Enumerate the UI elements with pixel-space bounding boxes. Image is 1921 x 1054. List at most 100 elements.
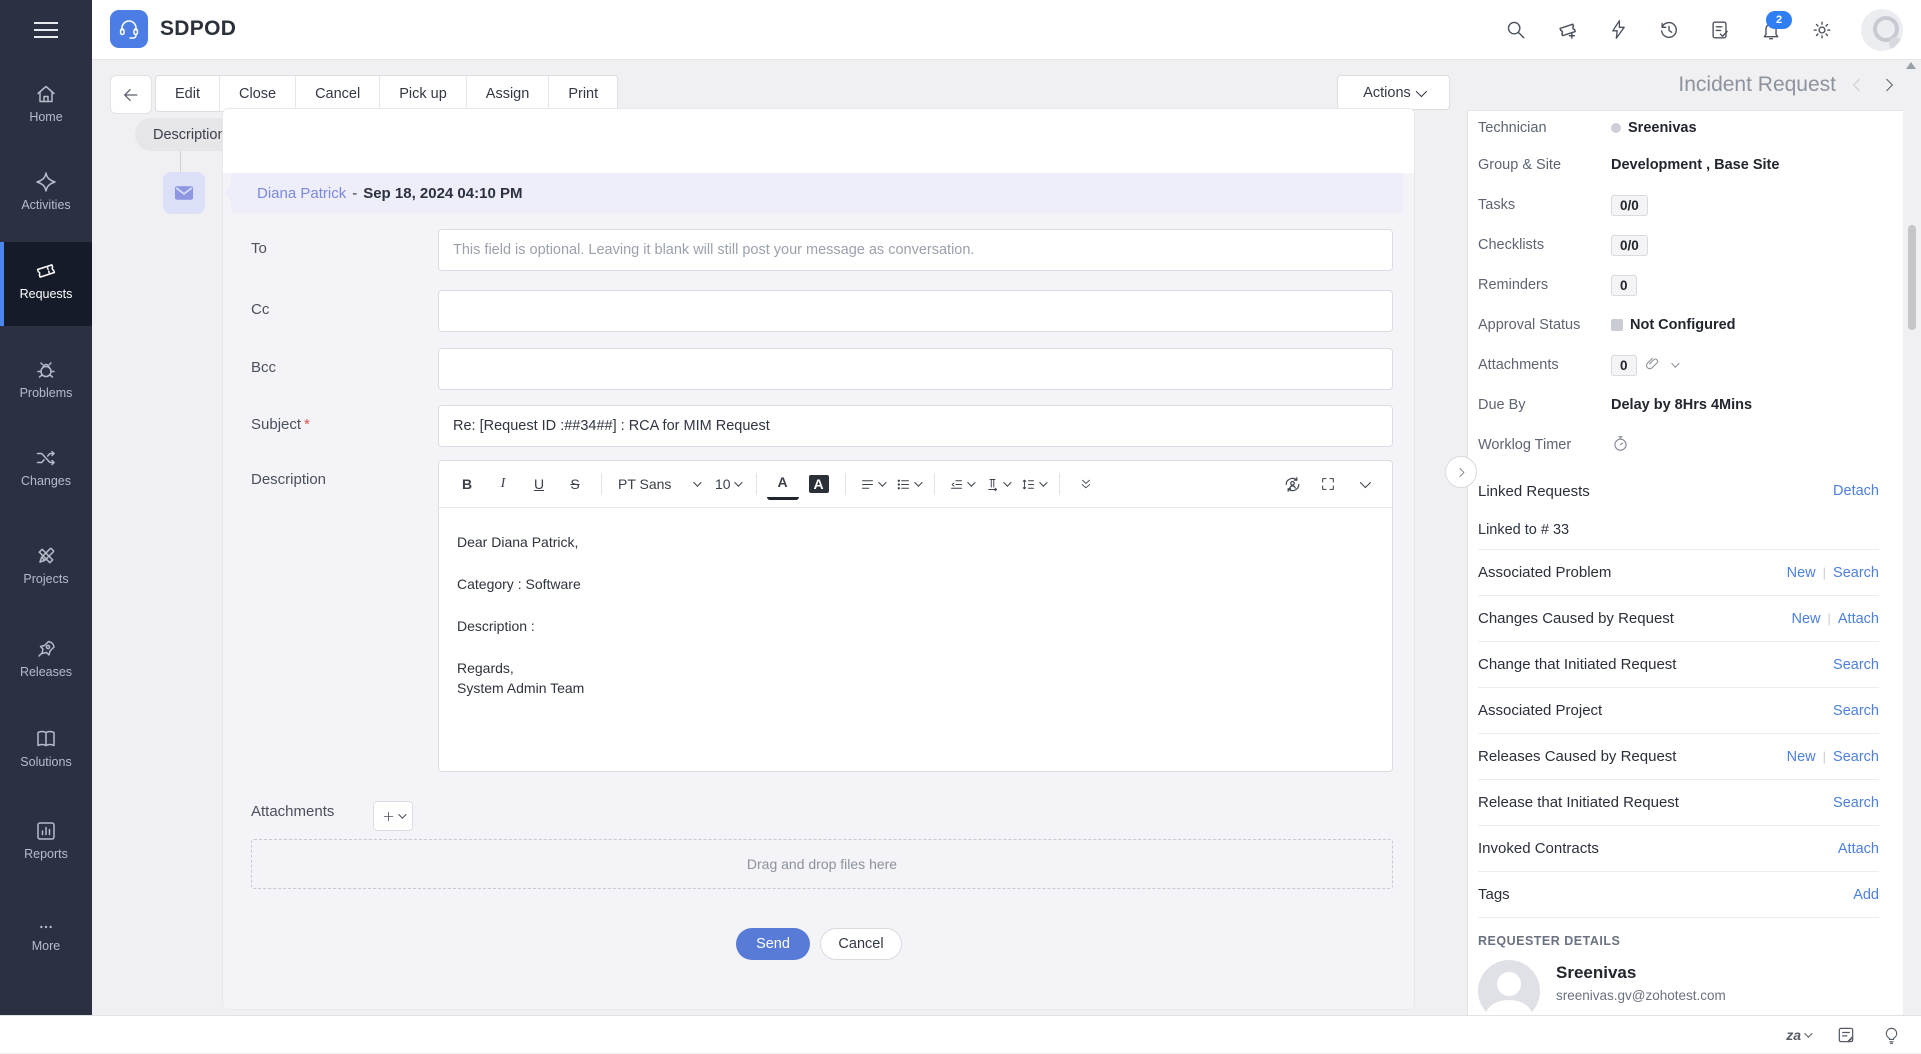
new-link[interactable]: New [1787, 565, 1816, 581]
font-size-select[interactable]: 10 [709, 470, 746, 498]
group-site-value[interactable]: Development , Base Site [1611, 157, 1779, 173]
cc-input[interactable] [438, 290, 1393, 332]
user-avatar[interactable] [1861, 9, 1903, 51]
sidebar-item-requests[interactable]: Requests [0, 259, 92, 301]
releases-caused-row: Releases Caused by Request New|Search [1478, 733, 1879, 779]
linked-to-value[interactable]: Linked to # 33 [1478, 511, 1879, 549]
reminders-count-badge[interactable]: 0 [1611, 275, 1637, 296]
bullet-list-button[interactable] [892, 470, 924, 498]
underline-button[interactable]: U [523, 470, 555, 498]
close-button[interactable]: Close [220, 76, 296, 111]
text-direction-button[interactable] [981, 470, 1013, 498]
page-title: Incident Request [1678, 73, 1836, 97]
pickup-button[interactable]: Pick up [380, 76, 467, 111]
attach-link[interactable]: Attach [1838, 611, 1879, 627]
fullscreen-button[interactable] [1312, 470, 1344, 498]
italic-button[interactable]: I [487, 470, 519, 498]
sidebar-item-home[interactable]: Home [0, 82, 92, 124]
sidebar-item-projects[interactable]: Projects [0, 544, 92, 586]
sidebar-item-more[interactable]: More [0, 919, 92, 953]
font-family-select[interactable]: PT Sans [612, 470, 705, 498]
attachments-count-badge[interactable]: 0 [1611, 355, 1637, 376]
to-input[interactable] [438, 229, 1393, 271]
scrollbar-thumb[interactable] [1908, 225, 1916, 330]
add-link[interactable]: Add [1853, 887, 1879, 903]
quick-actions-icon[interactable] [1606, 18, 1630, 42]
more-tools-button[interactable] [1070, 470, 1102, 498]
search-link[interactable]: Search [1833, 565, 1879, 581]
assign-button[interactable]: Assign [467, 76, 550, 111]
sidebar-item-releases[interactable]: Releases [0, 637, 92, 679]
language-icon[interactable]: za [1786, 1027, 1810, 1043]
survey-icon[interactable] [1708, 18, 1732, 42]
rich-text-editor: B I U S PT Sans 10 A A Dear Diana Pat [438, 460, 1393, 772]
history-icon[interactable] [1657, 18, 1681, 42]
notifications-icon[interactable]: 2 [1759, 18, 1783, 42]
reply-compose-card: Diana Patrick - Sep 18, 2024 04:10 PM To… [222, 108, 1415, 1010]
required-asterisk: * [304, 416, 310, 433]
checklists-count-badge[interactable]: 0/0 [1611, 235, 1648, 256]
sidebar-item-activities[interactable]: Activities [0, 170, 92, 212]
insert-signature-button[interactable] [1276, 470, 1308, 498]
stopwatch-icon[interactable] [1611, 434, 1630, 457]
status-dot-icon [1611, 123, 1621, 133]
new-request-icon[interactable] [1555, 18, 1579, 42]
requester-name[interactable]: Sreenivas [1556, 963, 1726, 983]
author-link[interactable]: Diana Patrick [257, 185, 346, 202]
attach-link[interactable]: Attach [1838, 841, 1879, 857]
scrollbar-up-arrow[interactable] [1906, 62, 1916, 69]
sidebar-item-solutions[interactable]: Solutions [0, 727, 92, 769]
search-link[interactable]: Search [1833, 703, 1879, 719]
search-link[interactable]: Search [1833, 795, 1879, 811]
sidebar-item-problems[interactable]: Problems [0, 358, 92, 400]
paperclip-icon[interactable] [1644, 355, 1661, 376]
detach-link[interactable]: Detach [1833, 483, 1879, 499]
outdent-button[interactable] [945, 470, 977, 498]
chevron-down-icon[interactable] [1671, 359, 1679, 367]
hamburger-menu-button[interactable] [0, 0, 92, 59]
bcc-input[interactable] [438, 348, 1393, 390]
bulb-icon[interactable] [1882, 1026, 1901, 1045]
new-link[interactable]: New [1787, 749, 1816, 765]
technician-value[interactable]: Sreenivas [1628, 120, 1697, 136]
tasks-row: Tasks 0/0 [1478, 185, 1879, 225]
app-logo[interactable] [110, 10, 148, 48]
highlight-color-button[interactable]: A [809, 475, 829, 493]
bold-button[interactable]: B [451, 470, 483, 498]
panel-collapse-toggle[interactable] [1445, 456, 1477, 488]
editor-body[interactable]: Dear Diana Patrick, Category : Software … [439, 508, 1392, 722]
tasks-count-badge[interactable]: 0/0 [1611, 195, 1648, 216]
editor-toolbar: B I U S PT Sans 10 A A [439, 461, 1392, 508]
cancel-button[interactable]: Cancel [296, 76, 380, 111]
print-button[interactable]: Print [549, 76, 617, 111]
subject-input[interactable] [438, 405, 1393, 447]
line-spacing-button[interactable] [1017, 470, 1049, 498]
collapse-toolbar-button[interactable] [1348, 470, 1380, 498]
requester-avatar [1478, 960, 1540, 1015]
next-request-button[interactable] [1878, 74, 1900, 96]
sidebar-item-changes[interactable]: Changes [0, 446, 92, 488]
description-label: Description [251, 471, 326, 488]
due-by-value: Delay by 8Hrs 4Mins [1611, 397, 1752, 413]
mail-icon-tile [163, 172, 205, 214]
send-button[interactable]: Send [736, 928, 810, 960]
search-link[interactable]: Search [1833, 657, 1879, 673]
compose-cancel-button[interactable]: Cancel [820, 928, 902, 960]
settings-gear-icon[interactable] [1810, 18, 1834, 42]
edit-button[interactable]: Edit [156, 76, 220, 111]
notes-icon[interactable] [1836, 1025, 1856, 1045]
sidebar-item-reports[interactable]: Reports [0, 819, 92, 861]
search-link[interactable]: Search [1833, 749, 1879, 765]
add-attachment-button[interactable] [373, 801, 413, 831]
search-icon[interactable] [1504, 18, 1528, 42]
actions-dropdown-button[interactable]: Actions [1337, 75, 1450, 110]
new-link[interactable]: New [1791, 611, 1820, 627]
previous-request-button[interactable] [1846, 74, 1868, 96]
font-color-button[interactable]: A [767, 469, 799, 500]
back-button[interactable] [110, 75, 152, 114]
solutions-book-icon [34, 727, 58, 751]
strikethrough-button[interactable]: S [559, 470, 591, 498]
file-dropzone[interactable]: Drag and drop files here [251, 839, 1393, 889]
problems-bug-icon [34, 358, 58, 382]
align-button[interactable] [856, 470, 888, 498]
